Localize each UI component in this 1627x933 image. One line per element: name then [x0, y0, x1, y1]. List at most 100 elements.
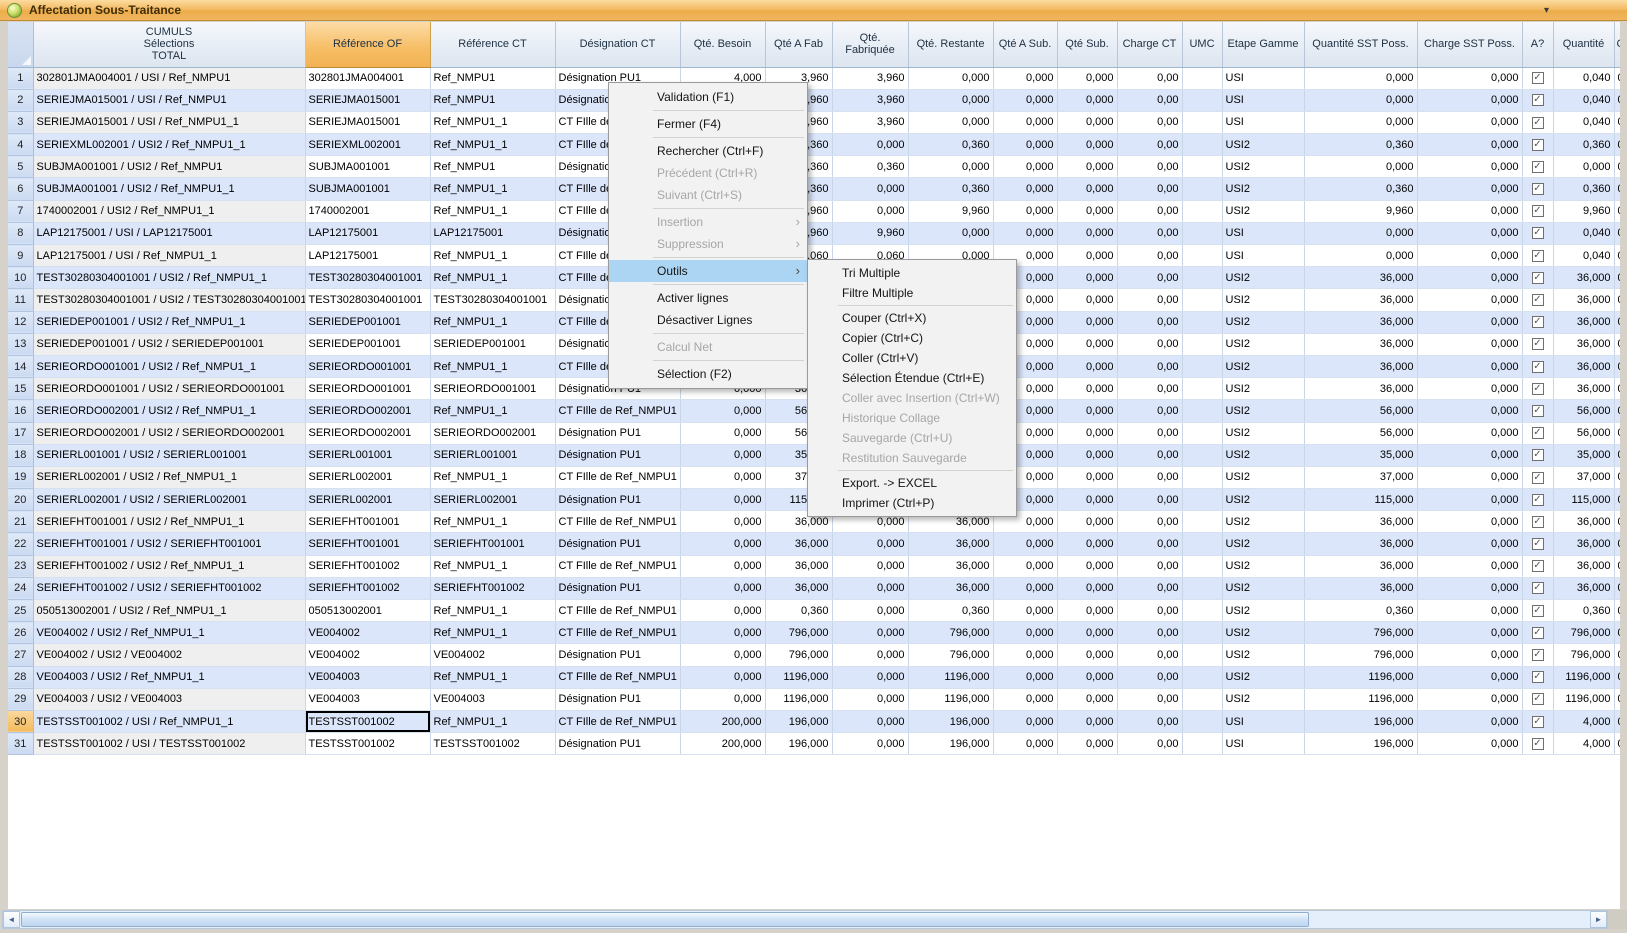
- cell-ref_ct[interactable]: SERIERL002001: [430, 489, 555, 511]
- cell-ref_ct[interactable]: Ref_NMPU1_1: [430, 555, 555, 577]
- cell-ref_of[interactable]: SERIEXML002001: [305, 134, 430, 156]
- horizontal-scrollbar[interactable]: ◄ ►: [2, 910, 1608, 929]
- cell-qte_besoin[interactable]: 0,000: [680, 600, 765, 622]
- cell-charge_sst_poss[interactable]: 0,000: [1417, 89, 1522, 111]
- cell-umc[interactable]: [1182, 378, 1222, 400]
- cell-charge_sst_poss[interactable]: 0,000: [1417, 333, 1522, 355]
- cell-a[interactable]: [1522, 222, 1553, 244]
- cell-quantite_sst_poss[interactable]: 0,360: [1304, 178, 1417, 200]
- cell-qte_sub[interactable]: 0,000: [1057, 134, 1117, 156]
- cell-qte_restante[interactable]: 9,960: [908, 200, 993, 222]
- cell-quantite_sst_poss[interactable]: 0,000: [1304, 67, 1417, 89]
- cell-ref_ct[interactable]: Ref_NMPU1_1: [430, 622, 555, 644]
- cell-col_clipped[interactable]: 0,0: [1614, 444, 1620, 466]
- row-header-20[interactable]: 20: [8, 489, 33, 511]
- row-checkbox[interactable]: [1532, 605, 1544, 617]
- cell-cumuls[interactable]: VE004002 / USI2 / Ref_NMPU1_1: [33, 622, 305, 644]
- column-header-cumuls[interactable]: CUMULS Sélections TOTAL: [33, 22, 305, 67]
- cell-quantite_sst_poss[interactable]: 0,000: [1304, 222, 1417, 244]
- row-checkbox[interactable]: [1532, 671, 1544, 683]
- row-header-7[interactable]: 7: [8, 200, 33, 222]
- cell-cumuls[interactable]: SERIEDEP001001 / USI2 / Ref_NMPU1_1: [33, 311, 305, 333]
- cell-qte_sub[interactable]: 0,000: [1057, 710, 1117, 732]
- cell-quantite_sst_poss[interactable]: 0,360: [1304, 600, 1417, 622]
- cell-col_clipped[interactable]: 0,0: [1614, 134, 1620, 156]
- row-checkbox[interactable]: [1532, 582, 1544, 594]
- cell-qte_fabriquee[interactable]: 9,960: [832, 222, 908, 244]
- cell-charge_sst_poss[interactable]: 0,000: [1417, 666, 1522, 688]
- cell-ref_of[interactable]: SERIEFHT001002: [305, 577, 430, 599]
- row-header-1[interactable]: 1: [8, 67, 33, 89]
- cell-quantite[interactable]: 0,040: [1553, 245, 1614, 267]
- row-header-13[interactable]: 13: [8, 333, 33, 355]
- cell-charge_ct[interactable]: 0,00: [1117, 311, 1182, 333]
- select-all-corner[interactable]: [8, 22, 33, 67]
- cell-charge_sst_poss[interactable]: 0,000: [1417, 289, 1522, 311]
- cell-quantite[interactable]: 0,360: [1553, 600, 1614, 622]
- row-checkbox[interactable]: [1532, 272, 1544, 284]
- cell-umc[interactable]: [1182, 489, 1222, 511]
- menu-item-outils[interactable]: Outils›: [609, 260, 807, 282]
- cell-designation_ct[interactable]: CT FIlle de Ref_NMPU1: [555, 710, 680, 732]
- cell-quantite_sst_poss[interactable]: 796,000: [1304, 644, 1417, 666]
- cell-umc[interactable]: [1182, 333, 1222, 355]
- cell-quantite_sst_poss[interactable]: 56,000: [1304, 400, 1417, 422]
- cell-charge_ct[interactable]: 0,00: [1117, 622, 1182, 644]
- column-header-qte_fabriquee[interactable]: Qté. Fabriquée: [832, 22, 908, 67]
- cell-ref_ct[interactable]: Ref_NMPU1: [430, 156, 555, 178]
- cell-umc[interactable]: [1182, 555, 1222, 577]
- menu-item-activer-lignes[interactable]: Activer lignes: [609, 287, 807, 309]
- cell-etape_gamme[interactable]: USI2: [1222, 378, 1304, 400]
- cell-a[interactable]: [1522, 355, 1553, 377]
- cell-quantite_sst_poss[interactable]: 36,000: [1304, 267, 1417, 289]
- cell-a[interactable]: [1522, 311, 1553, 333]
- cell-qte_fabriquee[interactable]: 0,000: [832, 178, 908, 200]
- row-header-2[interactable]: 2: [8, 89, 33, 111]
- cell-a[interactable]: [1522, 577, 1553, 599]
- cell-charge_sst_poss[interactable]: 0,000: [1417, 67, 1522, 89]
- cell-quantite[interactable]: 56,000: [1553, 400, 1614, 422]
- cell-col_clipped[interactable]: 0,0: [1614, 156, 1620, 178]
- cell-qte_a_sub[interactable]: 0,000: [993, 156, 1057, 178]
- cell-qte_fabriquee[interactable]: 0,360: [832, 156, 908, 178]
- cell-charge_sst_poss[interactable]: 0,000: [1417, 511, 1522, 533]
- cell-col_clipped[interactable]: 0,0: [1614, 267, 1620, 289]
- cell-charge_sst_poss[interactable]: 0,000: [1417, 178, 1522, 200]
- cell-charge_sst_poss[interactable]: 0,000: [1417, 222, 1522, 244]
- cell-qte_sub[interactable]: 0,000: [1057, 222, 1117, 244]
- cell-a[interactable]: [1522, 400, 1553, 422]
- cell-cumuls[interactable]: VE004003 / USI2 / VE004003: [33, 688, 305, 710]
- cell-qte_a_fab[interactable]: 796,000: [765, 622, 832, 644]
- cell-quantite_sst_poss[interactable]: 0,000: [1304, 156, 1417, 178]
- cell-charge_sst_poss[interactable]: 0,000: [1417, 644, 1522, 666]
- cell-ref_ct[interactable]: Ref_NMPU1_1: [430, 400, 555, 422]
- cell-quantite_sst_poss[interactable]: 0,000: [1304, 245, 1417, 267]
- cell-quantite[interactable]: 796,000: [1553, 622, 1614, 644]
- row-header-16[interactable]: 16: [8, 400, 33, 422]
- cell-charge_ct[interactable]: 0,00: [1117, 444, 1182, 466]
- cell-a[interactable]: [1522, 134, 1553, 156]
- cell-qte_sub[interactable]: 0,000: [1057, 378, 1117, 400]
- cell-quantite_sst_poss[interactable]: 36,000: [1304, 511, 1417, 533]
- cell-charge_ct[interactable]: 0,00: [1117, 511, 1182, 533]
- cell-quantite_sst_poss[interactable]: 196,000: [1304, 733, 1417, 755]
- row-checkbox[interactable]: [1532, 361, 1544, 373]
- cell-qte_sub[interactable]: 0,000: [1057, 422, 1117, 444]
- cell-cumuls[interactable]: 302801JMA004001 / USI / Ref_NMPU1: [33, 67, 305, 89]
- row-checkbox[interactable]: [1532, 227, 1544, 239]
- row-header-4[interactable]: 4: [8, 134, 33, 156]
- cell-a[interactable]: [1522, 466, 1553, 488]
- cell-cumuls[interactable]: SERIEJMA015001 / USI / Ref_NMPU1_1: [33, 111, 305, 133]
- cell-ref_of[interactable]: SERIEORDO002001: [305, 400, 430, 422]
- cell-quantite[interactable]: 9,960: [1553, 200, 1614, 222]
- cell-qte_a_sub[interactable]: 0,000: [993, 644, 1057, 666]
- cell-ref_of[interactable]: 1740002001: [305, 200, 430, 222]
- cell-ref_ct[interactable]: TESTSST001002: [430, 733, 555, 755]
- cell-charge_ct[interactable]: 0,00: [1117, 267, 1182, 289]
- cell-qte_besoin[interactable]: 0,000: [680, 533, 765, 555]
- cell-charge_ct[interactable]: 0,00: [1117, 111, 1182, 133]
- cell-qte_fabriquee[interactable]: 3,960: [832, 89, 908, 111]
- cell-a[interactable]: [1522, 555, 1553, 577]
- cell-ref_ct[interactable]: Ref_NMPU1: [430, 89, 555, 111]
- row-checkbox[interactable]: [1532, 117, 1544, 129]
